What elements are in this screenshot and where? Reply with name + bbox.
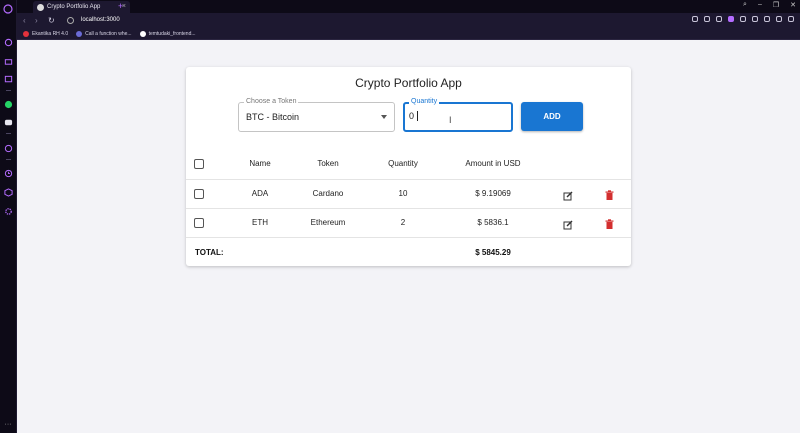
bookmark-item[interactable]: temtudaki_frontend...: [139, 31, 196, 37]
bookmark-label: Call a function whe...: [85, 31, 132, 37]
shop-icon[interactable]: [3, 56, 13, 66]
column-header-amount: Amount in USD: [465, 159, 521, 168]
whatsapp-icon[interactable]: [3, 99, 13, 109]
token-select[interactable]: Choose a Token BTC - Bitcoin: [238, 98, 395, 132]
reload-icon[interactable]: ↻: [48, 16, 55, 25]
bookmarks-bar: Ekantika RH 4.0 Call a function whe... t…: [17, 29, 800, 40]
row-amount: $ 5836.1: [477, 218, 509, 227]
bookmark-favicon-icon: [76, 31, 83, 37]
discord-icon[interactable]: [3, 117, 13, 127]
table-row: ETH Ethereum 2 $ 5836.1: [186, 208, 631, 237]
tab-title: Crypto Portfolio App: [47, 4, 101, 10]
bookmark-label: Ekantika RH 4.0: [32, 31, 69, 37]
column-header-token: Token: [317, 159, 339, 168]
column-header-quantity: Quantity: [388, 159, 418, 168]
toolbar-actions: [692, 16, 794, 22]
flow-icon[interactable]: [740, 16, 746, 22]
total-row: TOTAL: $ 5845.29: [186, 237, 631, 266]
window-controls: ⌕ – ❐ ✕: [743, 1, 796, 9]
twitch-icon[interactable]: [3, 74, 13, 84]
menu-icon[interactable]: [764, 16, 770, 22]
minimize-icon[interactable]: –: [758, 1, 762, 9]
portfolio-card: Crypto Portfolio App Choose a Token BTC …: [186, 67, 631, 266]
quantity-input[interactable]: Quantity 0 I: [403, 98, 513, 132]
ibeam-cursor-icon: I: [449, 115, 452, 125]
column-header-name: Name: [249, 159, 271, 168]
camera-icon[interactable]: [716, 16, 722, 22]
delete-icon[interactable]: [605, 187, 614, 205]
table-row: ADA Cardano 10 $ 9.19069: [186, 179, 631, 208]
extensions-icon[interactable]: [3, 187, 13, 197]
bookmark-label: temtudaki_frontend...: [148, 31, 196, 37]
text-caret: [417, 111, 418, 121]
browser-logo-icon[interactable]: [3, 4, 13, 14]
adblock-icon[interactable]: [728, 16, 734, 22]
download-icon[interactable]: [776, 16, 782, 22]
search-tabs-icon[interactable]: ⌕: [743, 1, 747, 9]
speed-dial-icon[interactable]: [3, 37, 13, 47]
browser-tab[interactable]: Crypto Portfolio App ×: [33, 1, 130, 13]
bookmark-heart-icon[interactable]: [752, 16, 758, 22]
row-quantity: 2: [400, 218, 406, 227]
edit-icon[interactable]: [563, 217, 573, 235]
row-amount: $ 9.19069: [475, 189, 511, 198]
row-token: Cardano: [312, 189, 344, 198]
page-viewport: Crypto Portfolio App Choose a Token BTC …: [17, 40, 800, 433]
history-icon[interactable]: [3, 168, 13, 178]
total-label: TOTAL:: [195, 248, 224, 257]
row-name: ETH: [252, 218, 268, 227]
row-checkbox[interactable]: [194, 218, 204, 228]
edit-icon[interactable]: [563, 188, 573, 206]
delete-icon[interactable]: [605, 216, 614, 234]
settings-icon[interactable]: [3, 206, 13, 216]
bookmark-item[interactable]: Ekantika RH 4.0: [23, 31, 68, 37]
sidebar-divider: [6, 133, 11, 134]
quantity-value: 0: [409, 111, 415, 121]
zoom-icon[interactable]: [692, 16, 698, 22]
github-icon: [139, 31, 146, 37]
sidebar-divider: [6, 159, 11, 160]
more-icon[interactable]: ···: [3, 419, 13, 429]
site-info-icon[interactable]: [67, 17, 74, 24]
bookmark-item[interactable]: Call a function whe...: [76, 31, 132, 37]
new-tab-icon[interactable]: +: [118, 1, 123, 11]
browser-titlebar: Crypto Portfolio App × + ⌕ – ❐ ✕: [17, 0, 800, 13]
sidebar-divider: [6, 90, 11, 91]
row-checkbox[interactable]: [194, 189, 204, 199]
bookmark-favicon-icon: [23, 31, 29, 37]
add-button[interactable]: ADD: [521, 102, 583, 131]
quantity-label: Quantity: [409, 98, 440, 105]
total-value: $ 5845.29: [475, 248, 511, 257]
row-name: ADA: [251, 189, 269, 198]
row-quantity: 10: [398, 189, 408, 198]
address-bar[interactable]: localhost:3000: [81, 17, 120, 23]
table-header-row: Name Token Quantity Amount in USD: [186, 150, 631, 179]
back-icon[interactable]: ‹: [23, 16, 26, 25]
token-select-label: Choose a Token: [244, 98, 299, 105]
close-window-icon[interactable]: ✕: [790, 1, 796, 9]
browser-toolbar: ‹ › ↻ localhost:3000: [17, 13, 800, 29]
browser-sidebar: ···: [0, 0, 17, 433]
easy-setup-icon[interactable]: [788, 16, 794, 22]
select-all-checkbox[interactable]: [194, 159, 204, 169]
token-select-value: BTC - Bitcoin: [246, 112, 300, 122]
translate-icon[interactable]: [704, 16, 710, 22]
maximize-icon[interactable]: ❐: [773, 1, 779, 9]
chevron-down-icon: [381, 115, 387, 119]
row-token: Ethereum: [310, 218, 346, 227]
forward-icon[interactable]: ›: [35, 16, 38, 25]
tab-favicon-icon: [37, 3, 44, 11]
page-title: Crypto Portfolio App: [355, 76, 462, 90]
player-icon[interactable]: [3, 143, 13, 153]
